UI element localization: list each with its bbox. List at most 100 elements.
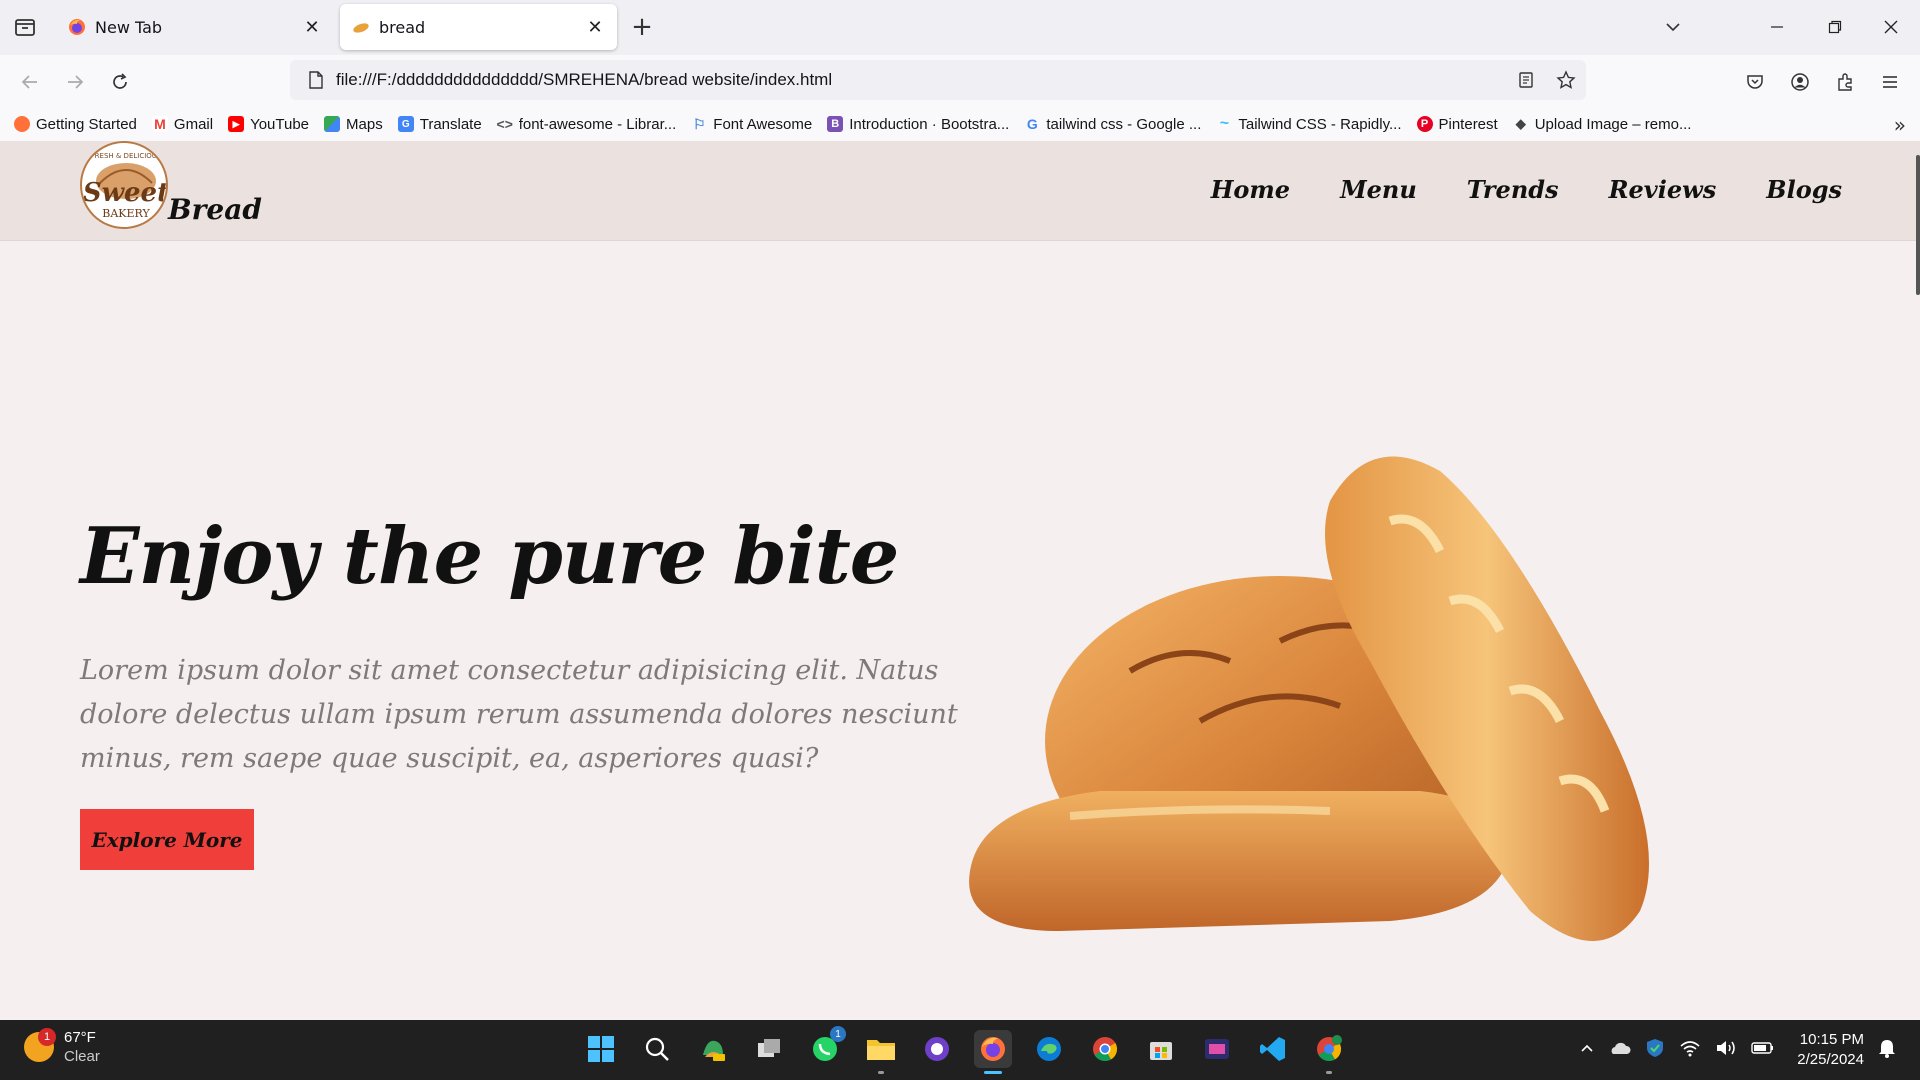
security-shield-icon[interactable] <box>1645 1038 1665 1063</box>
bookmark-getting-started[interactable]: Getting Started <box>14 116 137 133</box>
flag-icon: ⚐ <box>693 115 706 132</box>
close-tab-icon[interactable]: ✕ <box>302 17 322 38</box>
weather-temperature: 67°F <box>64 1029 96 1046</box>
bookmark-label: font-awesome - Librar... <box>518 115 677 133</box>
volume-icon[interactable] <box>1715 1039 1737 1062</box>
bookmark-translate[interactable]: G Translate <box>397 116 482 133</box>
taskbar-apps: 1 <box>582 1026 1348 1074</box>
tab-bread[interactable]: bread ✕ <box>340 4 617 50</box>
extensions-icon[interactable] <box>1830 67 1860 97</box>
menu-menu[interactable]: Menu <box>1340 175 1417 204</box>
battery-icon[interactable] <box>1751 1040 1775 1061</box>
tab-title: bread <box>379 17 426 37</box>
task-view-icon[interactable] <box>750 1030 788 1068</box>
bookmark-star-icon[interactable] <box>1546 60 1586 100</box>
weather-widget[interactable]: 1 67°F Clear <box>24 1028 100 1066</box>
forward-icon[interactable] <box>60 67 90 97</box>
microsoft-store-icon[interactable] <box>1142 1030 1180 1068</box>
bookmark-upload-image[interactable]: ◆ Upload Image – remo... <box>1513 116 1692 133</box>
chrome-profile-icon[interactable] <box>1310 1030 1348 1074</box>
search-icon[interactable] <box>638 1030 676 1068</box>
restore-icon[interactable] <box>1820 12 1850 42</box>
pinterest-icon: P <box>1416 116 1433 132</box>
translate-icon: G <box>397 116 414 132</box>
account-icon[interactable] <box>1785 67 1815 97</box>
bakery-logo[interactable]: FRESH & DELICIOUS Sweet BAKERY <box>80 141 168 229</box>
menu-reviews[interactable]: Reviews <box>1609 175 1717 204</box>
firefox-taskbar-icon[interactable] <box>974 1030 1012 1074</box>
menu-home[interactable]: Home <box>1211 175 1290 204</box>
tab-bar: New Tab ✕ bread ✕ + <box>0 0 1920 55</box>
bookmark-tailwind-css[interactable]: ~ Tailwind CSS - Rapidly... <box>1216 115 1402 133</box>
tab-new-tab[interactable]: New Tab ✕ <box>56 4 334 50</box>
close-window-icon[interactable] <box>1876 12 1906 42</box>
menu-trends[interactable]: Trends <box>1467 175 1559 204</box>
chevron-double-right-icon[interactable]: » <box>1894 113 1906 137</box>
chevron-up-icon[interactable] <box>1579 1040 1595 1061</box>
brand-name[interactable]: Bread <box>168 193 262 226</box>
firefox-icon <box>68 18 86 36</box>
bootstrap-icon: B <box>827 116 844 132</box>
notification-bell-icon[interactable] <box>1878 1038 1896 1063</box>
windows-taskbar: 1 67°F Clear 1 10:15 PM 2/25/2024 <box>0 1020 1920 1080</box>
url-text[interactable]: file:///F:/ddddddddddddddd/SMREHENA/brea… <box>336 70 1506 90</box>
chevron-down-icon[interactable] <box>1658 12 1688 42</box>
bread-favicon <box>352 18 370 36</box>
youtube-icon: ▶ <box>228 116 245 132</box>
whatsapp-icon[interactable]: 1 <box>806 1026 846 1068</box>
file-explorer-icon[interactable] <box>862 1030 900 1074</box>
wifi-icon[interactable] <box>1679 1039 1701 1062</box>
windows-start-icon[interactable] <box>582 1030 620 1068</box>
menu-blogs[interactable]: Blogs <box>1766 175 1842 204</box>
logo-sub-text: BAKERY <box>102 207 150 220</box>
pocket-icon[interactable] <box>1740 67 1770 97</box>
bookmark-label: YouTube <box>250 115 310 133</box>
bookmark-label: tailwind css - Google ... <box>1046 115 1202 133</box>
game-app-icon[interactable] <box>1198 1030 1236 1068</box>
github-icon[interactable] <box>918 1030 956 1068</box>
back-icon[interactable] <box>15 67 45 97</box>
edge-icon[interactable] <box>1030 1030 1068 1068</box>
site-header: FRESH & DELICIOUS Sweet BAKERY Bread Hom… <box>0 141 1920 241</box>
bookmark-font-awesome[interactable]: ⚐ Font Awesome <box>691 116 812 133</box>
page-icon[interactable] <box>296 60 336 100</box>
bookmark-tailwind-google[interactable]: G tailwind css - Google ... <box>1024 115 1202 133</box>
bookmark-bootstrap[interactable]: B Introduction · Bootstra... <box>827 116 1009 133</box>
reader-view-icon[interactable] <box>1506 60 1546 100</box>
system-tray: 10:15 PM 2/25/2024 <box>1579 1020 1896 1080</box>
address-bar[interactable]: file:///F:/ddddddddddddddd/SMREHENA/brea… <box>290 60 1586 100</box>
list-all-tabs-icon[interactable] <box>12 14 38 40</box>
bookmarks-toolbar: Getting Started M Gmail ▶ YouTube Maps G… <box>0 107 1920 141</box>
logo-main-text: Sweet <box>83 178 168 208</box>
explore-more-button[interactable]: Explore More <box>80 809 254 870</box>
bookmark-maps[interactable]: Maps <box>324 116 383 133</box>
tab-title: New Tab <box>95 17 163 37</box>
site-menu: Home Menu Trends Reviews Blogs <box>1211 175 1842 204</box>
moon-weather-icon: 1 <box>24 1028 56 1062</box>
bookmark-label: Tailwind CSS - Rapidly... <box>1238 115 1402 133</box>
system-clock[interactable]: 10:15 PM 2/25/2024 <box>1797 1030 1864 1070</box>
bookmark-font-awesome-library[interactable]: <> font-awesome - Librar... <box>497 116 677 133</box>
bookmark-label: Pinterest <box>1438 115 1498 133</box>
close-tab-icon[interactable]: ✕ <box>585 17 605 38</box>
clock-time: 10:15 PM <box>1799 1031 1864 1048</box>
reload-icon[interactable] <box>105 67 135 97</box>
bookmark-youtube[interactable]: ▶ YouTube <box>228 116 309 133</box>
bookmark-pinterest[interactable]: P Pinterest <box>1416 115 1498 133</box>
bread-image <box>969 456 1649 941</box>
minimize-icon[interactable] <box>1762 12 1792 42</box>
logo-top-text: FRESH & DELICIOUS <box>91 152 162 160</box>
menu-icon[interactable] <box>1875 67 1905 97</box>
new-tab-button[interactable]: + <box>628 14 656 42</box>
copilot-icon[interactable] <box>694 1030 732 1068</box>
bookmark-label: Font Awesome <box>713 115 813 133</box>
hero-description: Lorem ipsum dolor sit amet consectetur a… <box>80 655 958 774</box>
bookmark-gmail[interactable]: M Gmail <box>151 116 213 133</box>
page-scrollbar[interactable] <box>1916 155 1920 295</box>
bookmark-label: Upload Image – remo... <box>1534 115 1692 133</box>
vscode-icon[interactable] <box>1254 1030 1292 1068</box>
code-icon: <> <box>496 116 513 132</box>
chrome-icon[interactable] <box>1086 1030 1124 1068</box>
onedrive-icon[interactable] <box>1609 1040 1631 1061</box>
clock-date: 2/25/2024 <box>1797 1051 1864 1068</box>
